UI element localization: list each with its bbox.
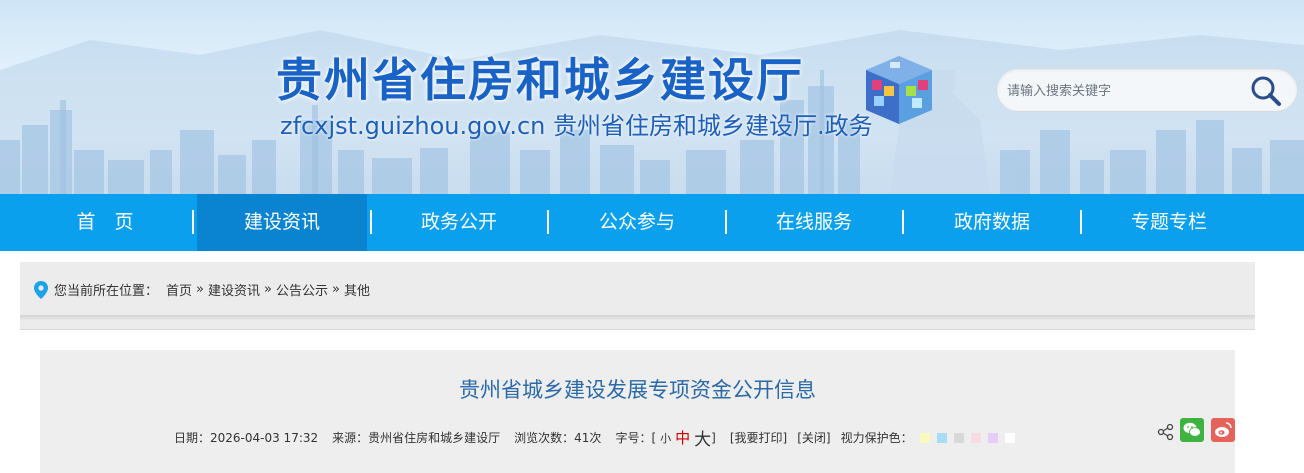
nav-separator [1080,210,1082,234]
search-button[interactable] [1247,73,1285,109]
font-size-small-button[interactable]: 小 [660,430,671,446]
breadcrumb-shadow [20,315,1255,321]
breadcrumb-home[interactable]: 首页 [166,280,192,299]
nav-item-home[interactable]: 首 页 [20,194,190,251]
weibo-share-button[interactable] [1211,418,1235,442]
breadcrumb: 您当前所在位置： 首页 » 建设资讯 » 公告公示 » 其他 [34,280,370,299]
nav-separator [725,210,727,234]
eye-color-swatch-yellow[interactable] [919,432,930,443]
article-meta: 日期：2026-04-03 17:32 来源：贵州省住房和城乡建设厅 浏览次数：… [174,425,1015,450]
nav-item-special-topics[interactable]: 专题专栏 [1084,194,1254,251]
site-header: 贵州省住房和城乡建设厅 zfcxjst.guizhou.gov.cn 贵州省住房… [0,0,1304,194]
article-views: 浏览次数：41次 [514,431,602,445]
cube-logo-icon [866,56,932,124]
share-icon[interactable] [1157,423,1175,441]
search-icon [1251,76,1281,106]
nav-item-online-services[interactable]: 在线服务 [729,194,899,251]
eye-color-swatch-purple[interactable] [987,432,998,443]
eye-color-swatch-pink[interactable] [970,432,981,443]
breadcrumb-construction-news[interactable]: 建设资讯 [208,280,260,299]
font-size-close-bracket: ] [711,430,716,445]
font-size-medium-button[interactable]: 中 [675,427,690,448]
font-size-large-button[interactable]: 大 [694,425,711,450]
article-date: 日期：2026-04-03 17:32 [174,431,319,445]
breadcrumb-separator: » [196,282,204,297]
nav-separator [192,210,194,234]
eye-color-swatch-gray[interactable] [953,432,964,443]
site-subtitle: zfcxjst.guizhou.gov.cn 贵州省住房和城乡建设厅.政务 [280,112,873,140]
breadcrumb-prefix: 您当前所在位置： [54,284,159,299]
search-box [996,68,1298,112]
weibo-icon [1215,422,1232,437]
nav-item-public-participation[interactable]: 公众参与 [552,194,722,251]
site-title: 贵州省住房和城乡建设厅 [276,53,804,107]
search-input[interactable] [1007,79,1237,103]
breadcrumb-other[interactable]: 其他 [344,280,370,299]
article-source: 来源：贵州省住房和城乡建设厅 [332,431,501,445]
eye-protection-label: 视力保护色： [840,431,913,445]
wechat-icon [1183,422,1201,437]
breadcrumb-separator: » [264,282,272,297]
nav-item-construction-news[interactable]: 建设资讯 [197,194,367,251]
article-title: 贵州省城乡建设发展专项资金公开信息 [459,378,816,402]
article-panel: 贵州省城乡建设发展专项资金公开信息 日期：2026-04-03 17:32 来源… [40,350,1235,473]
nav-separator [547,210,549,234]
nav-separator [902,210,904,234]
breadcrumb-separator: » [332,282,340,297]
location-pin-icon [34,280,48,299]
print-button[interactable]: [我要打印] [730,429,787,446]
nav-separator [370,210,372,234]
eye-color-swatch-blue[interactable] [936,432,947,443]
nav-item-government-affairs[interactable]: 政务公开 [374,194,544,251]
font-size-label: 字号：[ [615,431,657,445]
nav-item-government-data[interactable]: 政府数据 [907,194,1077,251]
breadcrumb-announcements[interactable]: 公告公示 [276,280,328,299]
close-button[interactable]: [关闭] [797,429,830,446]
main-nav: 首 页 建设资讯 政务公开 公众参与 在线服务 政府数据 专题专栏 [0,194,1304,251]
eye-color-swatch-white[interactable] [1004,432,1015,443]
wechat-share-button[interactable] [1180,418,1204,442]
